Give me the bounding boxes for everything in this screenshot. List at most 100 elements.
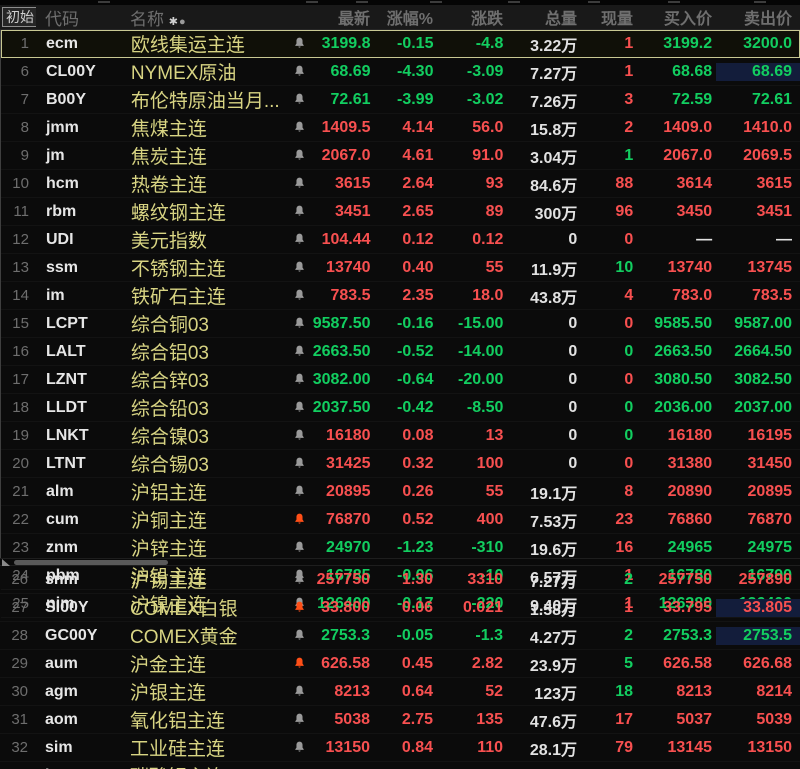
cell-current-volume: 0	[624, 426, 634, 444]
alert-bell-icon[interactable]	[287, 35, 313, 53]
alert-bell-icon[interactable]	[287, 119, 313, 137]
alert-bell-icon[interactable]	[287, 91, 313, 109]
table-row[interactable]: 1 ecm 欧线集运主连 3199.8 -0.15 -4.8 3.22万 1 3…	[1, 30, 800, 58]
cell-change: 2.82	[471, 654, 503, 672]
cell-change-pct: -0.64	[397, 370, 434, 388]
alert-bell-icon[interactable]	[287, 511, 313, 529]
table-row[interactable]: 13 ssm 不锈钢主连 13740 0.40 55 11.9万 10 1374…	[1, 254, 800, 282]
table-row[interactable]: 9 jm 焦炭主连 2067.0 4.61 91.0 3.04万 1 2067.…	[1, 142, 800, 170]
alert-bell-icon[interactable]	[287, 539, 313, 557]
alert-bell-icon[interactable]	[286, 655, 312, 673]
table-row[interactable]: 19 LNKT 综合镍03 16180 0.08 13 0 0 16180 16…	[1, 422, 800, 450]
row-number: 1	[20, 35, 29, 52]
cell-name: 综合铅03	[130, 399, 209, 420]
alert-bell-icon[interactable]	[286, 627, 312, 645]
table-row[interactable]: 8 jmm 焦煤主连 1409.5 4.14 56.0 15.8万 2 1409…	[1, 114, 800, 142]
row-number: 7	[20, 91, 29, 108]
cell-change-pct: -3.99	[397, 90, 434, 108]
table-row[interactable]: 11 rbm 螺纹钢主连 3451 2.65 89 300万 96 3450 3…	[1, 198, 800, 226]
table-row[interactable]: 27 SI00Y COMEX白银 33.800 0.06 0.021 1.58万…	[0, 594, 800, 622]
table-row[interactable]: 32 sim 工业硅主连 13150 0.84 110 28.1万 79 131…	[0, 734, 800, 762]
cell-buy-price: 13145	[667, 738, 713, 756]
column-header-buy[interactable]: 买入价	[637, 5, 716, 29]
alert-bell-icon[interactable]	[286, 571, 312, 589]
cell-change-pct: 2.35	[402, 286, 434, 304]
table-row[interactable]: 20 LTNT 综合锡03 31425 0.32 100 0 0 31380 3…	[1, 450, 800, 478]
alert-bell-icon[interactable]	[287, 399, 313, 417]
cell-volume: 28.1万	[529, 741, 577, 759]
cell-buy-price: —	[696, 230, 713, 248]
cell-current-volume: 10	[615, 258, 634, 276]
cell-latest: 2037.50	[312, 398, 371, 416]
cell-current-volume: 3	[624, 90, 634, 108]
row-number: 13	[12, 259, 29, 276]
alert-bell-icon[interactable]	[287, 455, 313, 473]
table-row[interactable]: 29 aum 沪金主连 626.58 0.45 2.82 23.9万 5 626…	[0, 650, 800, 678]
alert-bell-icon[interactable]	[287, 147, 313, 165]
alert-bell-icon[interactable]	[287, 63, 313, 81]
alert-bell-icon[interactable]	[286, 599, 312, 617]
table-row[interactable]: 15 LCPT 综合铜03 9587.50 -0.16 -15.00 0 0 9…	[1, 310, 800, 338]
cell-latest: 1409.5	[321, 118, 371, 136]
cell-buy-price: 783.0	[672, 286, 713, 304]
column-header-code[interactable]: 代码	[36, 5, 128, 30]
cell-buy-price: 68.68	[672, 62, 713, 80]
alert-bell-icon[interactable]	[287, 203, 313, 221]
table-row[interactable]: 28 GC00Y COMEX黄金 2753.3 -0.05 -1.3 4.27万…	[0, 622, 800, 650]
alert-bell-icon[interactable]	[286, 683, 312, 701]
alert-bell-icon[interactable]	[286, 711, 312, 729]
cell-name: 综合锡03	[130, 455, 209, 476]
column-header-chg[interactable]: 涨跌	[437, 5, 507, 29]
cell-volume: 7.53万	[530, 513, 578, 531]
table-row[interactable]: 21 alm 沪铝主连 20895 0.26 55 19.1万 8 20890 …	[1, 478, 800, 506]
cell-sell-price: 13745	[747, 258, 793, 276]
table-row[interactable]: 14 im 铁矿石主连 783.5 2.35 18.0 43.8万 4 783.…	[1, 282, 800, 310]
alert-bell-icon[interactable]	[287, 315, 313, 333]
initial-sort-button[interactable]: 初始	[0, 7, 36, 27]
cell-latest: 3082.00	[312, 370, 371, 388]
cell-buy-price: 2753.3	[663, 626, 712, 644]
cell-change: 93	[485, 174, 504, 192]
alert-bell-icon[interactable]	[287, 343, 313, 361]
cell-sell-price: 72.61	[751, 90, 793, 108]
table-row[interactable]: 26 snm 沪锡主连 257750 1.30 3310 7.27万 2 257…	[0, 566, 800, 594]
column-header-latest[interactable]: 最新	[312, 5, 372, 29]
cell-name: 螺纹钢主连	[130, 203, 226, 224]
cell-current-volume: 88	[615, 174, 634, 192]
table-row[interactable]: 33 lcm 碳酸锂主连 76600 2.27 1700 30.5万 1 766…	[0, 762, 800, 769]
alert-bell-icon[interactable]	[287, 371, 313, 389]
row-number: 16	[12, 343, 29, 360]
horizontal-scrollbar-thumb[interactable]	[14, 560, 168, 565]
alert-bell-icon[interactable]	[287, 175, 313, 193]
cell-change-pct: 0.64	[401, 682, 433, 700]
splitter-grip-icon[interactable]	[2, 559, 10, 566]
table-row[interactable]: 30 agm 沪银主连 8213 0.64 52 123万 18 8213 82…	[0, 678, 800, 706]
table-row[interactable]: 18 LLDT 综合铅03 2037.50 -0.42 -8.50 0 0 20…	[1, 394, 800, 422]
table-row[interactable]: 10 hcm 热卷主连 3615 2.64 93 84.6万 88 3614 3…	[1, 170, 800, 198]
table-row[interactable]: 7 B00Y 布伦特原油当月... 72.61 -3.99 -3.02 7.26…	[1, 86, 800, 114]
column-header-pct[interactable]: 涨幅%	[372, 5, 437, 29]
table-row[interactable]: 17 LZNT 综合锌03 3082.00 -0.64 -20.00 0 0 3…	[1, 366, 800, 394]
table-row[interactable]: 12 UDI 美元指数 104.44 0.12 0.12 0 0 — —	[1, 226, 800, 254]
alert-bell-icon[interactable]	[287, 483, 313, 501]
cell-change-pct: 0.45	[401, 654, 433, 672]
column-header-cur[interactable]: 现量	[581, 5, 637, 29]
table-row[interactable]: 6 CL00Y NYMEX原油 68.69 -4.30 -3.09 7.27万 …	[1, 58, 800, 86]
column-header-vol[interactable]: 总量	[507, 5, 581, 29]
table-row[interactable]: 22 cum 沪铜主连 76870 0.52 400 7.53万 23 7686…	[1, 506, 800, 534]
table-row[interactable]: 31 aom 氧化铝主连 5038 2.75 135 47.6万 17 5037…	[0, 706, 800, 734]
cell-volume: 0	[568, 230, 578, 248]
alert-bell-icon[interactable]	[287, 287, 313, 305]
alert-bell-icon[interactable]	[287, 259, 313, 277]
column-header-sell[interactable]: 卖出价	[716, 5, 800, 29]
cell-name: 氧化铝主连	[130, 711, 226, 732]
cell-change-pct: -0.52	[397, 342, 434, 360]
table-row[interactable]: 16 LALT 综合铝03 2663.50 -0.52 -14.00 0 0 2…	[1, 338, 800, 366]
alert-bell-icon[interactable]	[287, 427, 313, 445]
pane-splitter[interactable]	[0, 558, 800, 566]
cell-buy-price: 33.795	[663, 598, 712, 616]
alert-bell-icon[interactable]	[286, 739, 312, 757]
alert-bell-icon[interactable]	[287, 231, 313, 249]
column-header-name[interactable]: 名称 ✱●	[128, 5, 286, 30]
cell-code: snm	[45, 570, 78, 588]
